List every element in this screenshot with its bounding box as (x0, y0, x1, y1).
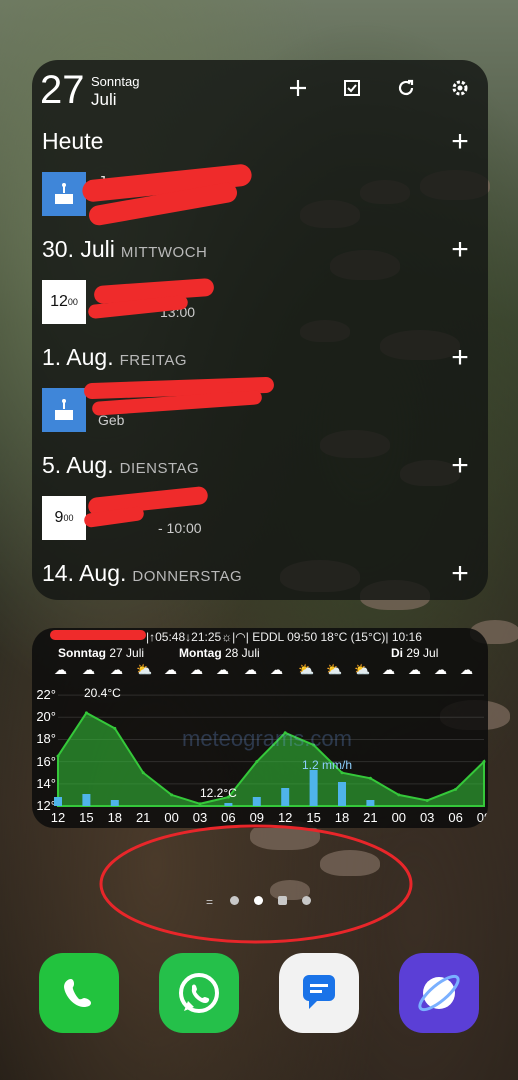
event-time-hour: 12 (50, 293, 68, 310)
event-time-minute: 00 (67, 297, 78, 307)
precip-bar (309, 770, 318, 806)
day-heading-label: 5. Aug. (42, 452, 114, 478)
day-heading-weekday: MITTWOCH (120, 244, 208, 261)
add-event-button-day[interactable]: + (446, 451, 474, 481)
birthday-cake-icon (55, 183, 73, 204)
max-temp-label: 20.4°C (84, 686, 121, 700)
chat-bubble-icon (303, 975, 335, 1009)
temperature-point (454, 787, 458, 791)
day-heading-weekday: DIENSTAG (119, 460, 200, 477)
phone-icon (64, 979, 91, 1007)
date-number: 27 (40, 68, 85, 112)
whatsapp-icon (179, 973, 219, 1013)
x-tick-label: 03 (419, 810, 435, 825)
weather-widget[interactable]: |↑05:48↓21:25☼|◠| EDDL 09:50 18°C (15°C)… (32, 628, 488, 828)
precip-label: 1.2 mm/h (302, 758, 353, 772)
watermark: meteograms.com (182, 726, 352, 751)
page-dot-active[interactable] (254, 896, 263, 905)
temperature-point (425, 798, 429, 802)
day-heading-weekday: DONNERSTAG (132, 568, 243, 585)
event-time-badge: 9 00 (42, 496, 86, 540)
phone-app-icon[interactable] (39, 953, 119, 1033)
home-page-indicator[interactable]: = (200, 893, 320, 909)
day-heading: 5. Aug. DIENSTAG (42, 452, 199, 479)
temperature-point (56, 754, 60, 758)
day-heading-label: 14. Aug. (42, 560, 127, 586)
plus-icon (290, 80, 306, 96)
add-event-button-day[interactable]: + (446, 235, 474, 265)
day-heading-label: 30. Juli (42, 236, 115, 262)
checkbox-icon (344, 80, 360, 96)
settings-button[interactable] (446, 74, 474, 102)
temperature-point (482, 760, 486, 764)
refresh-button[interactable] (392, 74, 420, 102)
event-type-badge (42, 388, 86, 432)
whatsapp-app-icon[interactable] (159, 953, 239, 1033)
event-type-badge (42, 172, 86, 216)
home-page-dot[interactable] (278, 896, 287, 905)
event-subtitle: - 10:00 (158, 520, 202, 536)
precip-bar (110, 800, 119, 806)
add-event-today-button[interactable]: + (446, 127, 474, 157)
event-time-minute: 00 (63, 513, 74, 523)
red-circle-annotation (99, 824, 413, 944)
day-heading-label: Heute (42, 128, 104, 154)
settings-icon (452, 80, 468, 96)
temperature-point (198, 802, 202, 806)
birthday-cake-icon (55, 399, 73, 420)
precip-bar (224, 803, 233, 806)
date-month: Juli (91, 90, 117, 109)
day-heading-today: Heute (42, 128, 103, 155)
add-event-button-day[interactable]: + (446, 343, 474, 373)
page-dot[interactable] (230, 896, 239, 905)
x-tick-label: 12 (50, 810, 66, 825)
day-heading-weekday: FREITAG (119, 352, 188, 369)
precip-bar (281, 788, 290, 806)
menu-lines-icon: = (206, 895, 214, 909)
event-time-hour: 9 (54, 509, 64, 526)
temperature-point (84, 711, 88, 715)
day-heading: 1. Aug. FREITAG (42, 344, 187, 371)
temperature-point (255, 760, 259, 764)
precip-bar (366, 800, 375, 806)
precip-bar (54, 797, 62, 806)
add-event-button[interactable] (284, 74, 312, 102)
precip-bar (82, 794, 91, 806)
messages-app-icon[interactable] (279, 953, 359, 1033)
temperature-point (397, 793, 401, 797)
add-event-button-day[interactable]: + (446, 559, 474, 589)
x-tick-label: 15 (79, 810, 94, 825)
precip-bar (252, 797, 261, 806)
page-dot[interactable] (302, 896, 311, 905)
day-heading: 30. Juli MITTWOCH (42, 236, 207, 263)
event-time-badge: 12 00 (42, 280, 86, 324)
calendar-widget[interactable]: 27 Sonntag Juli Heute + J 30. JuliMITTWO… (32, 60, 488, 600)
internet-app-icon[interactable] (399, 953, 479, 1033)
globe-orbit-icon (418, 974, 460, 1012)
x-tick-label: 06 (448, 810, 463, 825)
temperature-point (141, 771, 145, 775)
day-heading-label: 1. Aug. (42, 344, 114, 370)
day-heading: 14. Aug. DONNERSTAG (42, 560, 242, 587)
temperature-point (368, 776, 372, 780)
temperature-point (113, 726, 117, 730)
temperature-point (170, 793, 174, 797)
x-tick-label: 09 (476, 810, 488, 825)
precip-bar (338, 782, 346, 806)
min-temp-label: 12.2°C (200, 786, 237, 800)
refresh-icon (398, 79, 414, 96)
tasks-button[interactable] (338, 74, 366, 102)
date-weekday: Sonntag (91, 74, 140, 89)
